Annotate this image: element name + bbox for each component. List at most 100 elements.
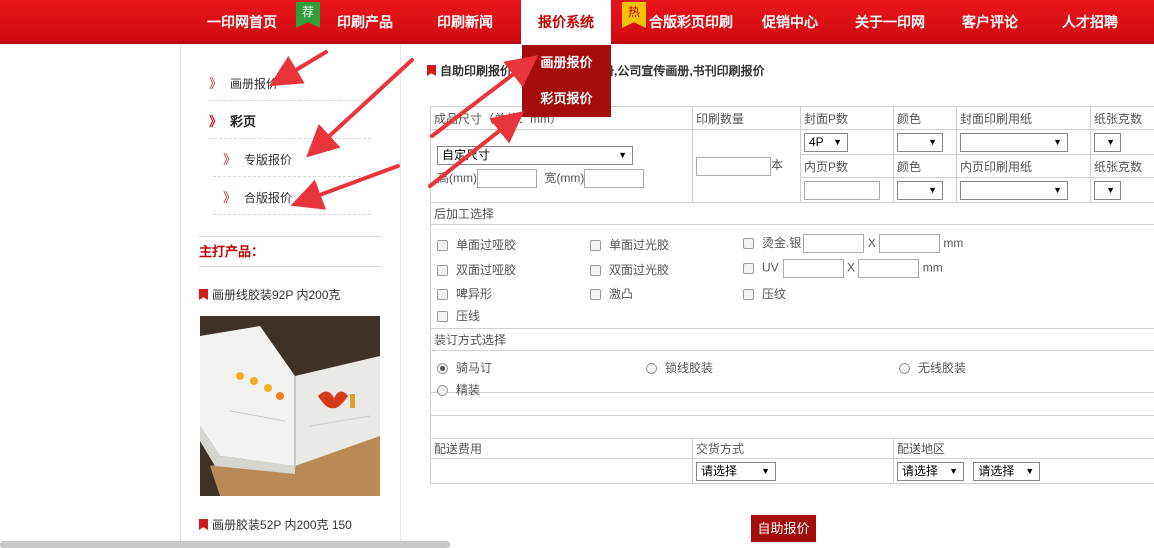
- size-select[interactable]: 自定尺寸 ▼: [437, 145, 633, 165]
- width-label: 宽(mm): [544, 170, 585, 185]
- checkbox[interactable]: [437, 311, 448, 322]
- cover-paper-header: 封面印刷用纸: [956, 106, 1091, 130]
- nav-promotions[interactable]: 促销中心: [753, 0, 827, 44]
- cover-pages-select[interactable]: 4P ▼: [804, 132, 848, 152]
- option-double-gloss[interactable]: 双面过光胶: [590, 261, 669, 278]
- post-process-title: 后加工选择: [430, 202, 1154, 225]
- dropdown-item-color-page-quote[interactable]: 彩页报价: [522, 81, 611, 117]
- delivery-region-label: 配送地区: [893, 438, 1154, 459]
- x-separator: X: [847, 260, 856, 275]
- binding-area: [430, 350, 1154, 393]
- checkbox[interactable]: [437, 240, 448, 251]
- cover-weight-select[interactable]: ▼: [1094, 132, 1121, 152]
- dropdown-arrow-icon: ▼: [1025, 465, 1035, 476]
- binding-saddle-stitch[interactable]: 骑马订: [437, 359, 492, 376]
- option-die-cut[interactable]: 啤异形: [437, 285, 492, 302]
- city-select[interactable]: 请选择 ▼: [973, 461, 1041, 481]
- submit-quote-button[interactable]: 自助报价: [751, 515, 816, 542]
- sidebar-link-joint-quote[interactable]: 》合版报价: [223, 187, 292, 209]
- checkbox[interactable]: [743, 289, 754, 300]
- product-link[interactable]: 画册线胶装92P 内200克: [199, 286, 341, 303]
- checkbox[interactable]: [437, 289, 448, 300]
- checkbox[interactable]: [743, 238, 754, 249]
- sidebar-link-color-page[interactable]: 》彩页: [209, 111, 256, 133]
- delivery-method-select[interactable]: 请选择 ▼: [696, 461, 776, 481]
- checkbox[interactable]: [743, 262, 754, 274]
- sidebar-link-dedicated-quote[interactable]: 》专版报价: [223, 149, 292, 171]
- horizontal-scrollbar[interactable]: [0, 541, 450, 548]
- size-cell: 自定尺寸 ▼ 高(mm) 宽(mm): [430, 129, 693, 203]
- nav-about[interactable]: 关于一印网: [846, 0, 934, 44]
- binding-thread-sewn[interactable]: 锁线胶装: [646, 359, 713, 376]
- inner-paper-select[interactable]: ▼: [960, 180, 1068, 200]
- inner-weight-select[interactable]: ▼: [1094, 180, 1121, 200]
- binding-perfect[interactable]: 无线胶装: [899, 359, 966, 376]
- option-texture[interactable]: 压纹: [743, 285, 786, 302]
- sidebar-link-album-quote[interactable]: 》画册报价: [209, 73, 278, 95]
- nav-print-products[interactable]: 印刷产品: [322, 0, 408, 44]
- inner-pages-input[interactable]: [804, 180, 880, 200]
- uv-height-input[interactable]: [858, 259, 920, 278]
- nav-print-news[interactable]: 印刷新闻: [425, 0, 505, 44]
- qty-header: 印刷数量: [692, 106, 801, 130]
- inner-weight-cell: ▼: [1090, 177, 1154, 203]
- radio-button[interactable]: [437, 363, 448, 374]
- flag-icon: [199, 289, 208, 300]
- dropdown-arrow-icon: ▼: [1053, 184, 1062, 195]
- cover-color-header: 颜色: [893, 106, 957, 130]
- height-input[interactable]: [477, 169, 537, 189]
- inner-color-select[interactable]: ▼: [897, 180, 943, 200]
- dropdown-arrow-icon: ▼: [928, 136, 937, 147]
- checkbox[interactable]: [590, 289, 601, 300]
- option-label: 锁线胶装: [665, 361, 714, 375]
- double-chevron-icon: 》: [223, 152, 237, 167]
- nav-reviews[interactable]: 客户评论: [953, 0, 1027, 44]
- province-select[interactable]: 请选择 ▼: [897, 461, 964, 481]
- foil-width-input[interactable]: [803, 234, 865, 254]
- uv-width-input[interactable]: [782, 259, 844, 278]
- option-label: 双面过哑胶: [456, 263, 517, 277]
- dropdown-arrow-icon: ▼: [1053, 136, 1062, 147]
- divider: [199, 236, 381, 237]
- dropdown-arrow-icon: ▼: [1106, 184, 1115, 195]
- option-uv[interactable]: UV X mm: [743, 259, 943, 278]
- brochure-photo-icon: [200, 316, 380, 496]
- width-input[interactable]: [584, 169, 645, 189]
- nav-jobs[interactable]: 人才招聘: [1052, 0, 1128, 44]
- nav-quote-system[interactable]: 报价系统: [521, 0, 611, 44]
- dropdown-item-album-quote[interactable]: 画册报价: [522, 45, 611, 81]
- radio-button[interactable]: [646, 363, 657, 374]
- cover-paper-select[interactable]: ▼: [960, 132, 1068, 152]
- cover-pages-cell: 4P ▼: [800, 129, 894, 155]
- cover-color-select[interactable]: ▼: [897, 132, 943, 152]
- radio-button[interactable]: [437, 385, 448, 396]
- nav-home[interactable]: 一印网首页: [196, 0, 288, 44]
- dropdown-arrow-icon: ▼: [833, 136, 842, 147]
- recommend-badge-icon: 荐: [296, 2, 320, 28]
- radio-button[interactable]: [899, 363, 910, 374]
- inner-pages-header: 内页P数: [800, 154, 894, 178]
- binding-hardcover[interactable]: 精装: [437, 381, 480, 398]
- quote-form: 成品尺寸（单位：mm） 印刷数量 封面P数 颜色 封面印刷用纸 纸张克数 自定尺…: [430, 106, 1154, 484]
- inner-color-header: 颜色: [893, 154, 957, 178]
- option-emboss[interactable]: 激凸: [590, 285, 633, 302]
- double-chevron-icon: 》: [223, 190, 237, 205]
- option-label: UV: [762, 260, 779, 275]
- product-link[interactable]: 画册胶装52P 内200克 150: [199, 516, 352, 533]
- checkbox[interactable]: [590, 240, 601, 251]
- option-double-matte[interactable]: 双面过哑胶: [437, 261, 516, 278]
- product-label: 画册胶装52P 内200克 150: [212, 518, 352, 532]
- option-single-matte[interactable]: 单面过哑胶: [437, 236, 516, 253]
- divider: [213, 176, 371, 177]
- checkbox[interactable]: [590, 265, 601, 276]
- checkbox[interactable]: [437, 265, 448, 276]
- qty-unit: 本: [771, 158, 784, 173]
- qty-input[interactable]: [696, 156, 771, 176]
- option-foil-stamp[interactable]: 烫金.银 X mm: [743, 234, 963, 254]
- cover-weight-cell: ▼: [1090, 129, 1154, 155]
- foil-height-input[interactable]: [879, 234, 941, 254]
- option-crease[interactable]: 压线: [437, 307, 480, 324]
- option-single-gloss[interactable]: 单面过光胶: [590, 236, 669, 253]
- product-image[interactable]: [200, 316, 380, 496]
- nav-joint-leaflet[interactable]: 合版彩页印刷: [645, 0, 737, 44]
